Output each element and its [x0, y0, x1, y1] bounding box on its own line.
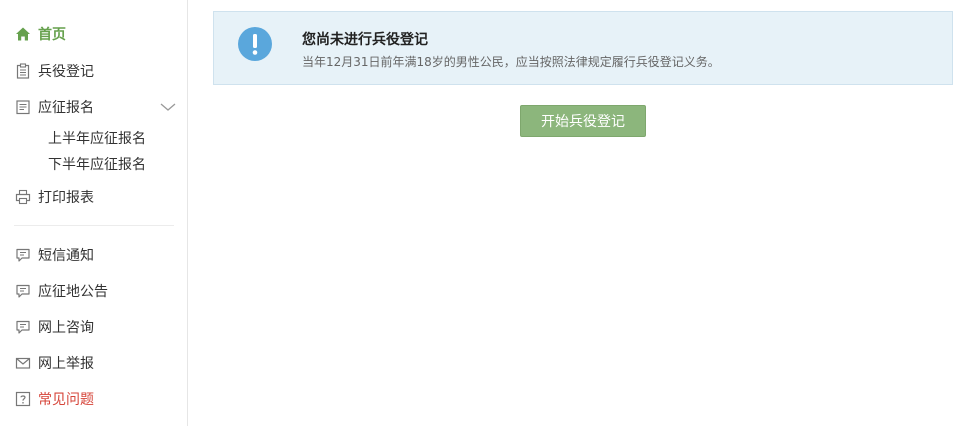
printer-icon	[14, 188, 32, 206]
chat-icon	[14, 246, 32, 264]
sidebar-subitem-label: 下半年应征报名	[48, 157, 146, 173]
sidebar-item-military-registration[interactable]: 兵役登记	[14, 59, 184, 83]
sidebar-divider	[14, 225, 174, 226]
sidebar-item-label: 应征地公告	[38, 284, 108, 300]
sidebar-item-label: 首页	[38, 27, 66, 43]
sidebar: 首页 兵役登记 应征报名 上半年应征报名 下半年应征报名 打印报表 短信通知 应…	[0, 0, 188, 426]
sidebar-item-label: 短信通知	[38, 248, 94, 264]
sidebar-item-home[interactable]: 首页	[14, 22, 184, 46]
notice-title: 您尚未进行兵役登记	[302, 32, 428, 48]
home-icon	[14, 25, 32, 43]
sidebar-item-label: 网上咨询	[38, 320, 94, 336]
exclamation-icon	[237, 26, 273, 62]
sidebar-item-label: 打印报表	[38, 190, 94, 206]
chat-icon	[14, 282, 32, 300]
sidebar-item-sms-notice[interactable]: 短信通知	[14, 243, 184, 267]
sidebar-item-online-consult[interactable]: 网上咨询	[14, 315, 184, 339]
sidebar-item-label: 应征报名	[38, 100, 94, 116]
sidebar-subitem-label: 上半年应征报名	[48, 131, 146, 147]
sidebar-item-online-report[interactable]: 网上举报	[14, 351, 184, 375]
registration-notice: 您尚未进行兵役登记 当年12月31日前年满18岁的男性公民，应当按照法律规定履行…	[213, 11, 953, 85]
question-icon	[14, 390, 32, 408]
sidebar-subitem-second-half-signup[interactable]: 下半年应征报名	[48, 153, 146, 175]
document-icon	[14, 98, 32, 116]
mail-icon	[14, 354, 32, 372]
clipboard-icon	[14, 62, 32, 80]
chat-icon	[14, 318, 32, 336]
sidebar-item-enlistment-signup[interactable]: 应征报名	[14, 95, 184, 119]
sidebar-item-faq[interactable]: 常见问题	[14, 387, 184, 411]
sidebar-item-print-report[interactable]: 打印报表	[14, 185, 184, 209]
sidebar-item-label: 网上举报	[38, 356, 94, 372]
sidebar-item-enlistment-announcement[interactable]: 应征地公告	[14, 279, 184, 303]
notice-text: 当年12月31日前年满18岁的男性公民，应当按照法律规定履行兵役登记义务。	[302, 55, 720, 69]
start-registration-button[interactable]: 开始兵役登记	[520, 105, 646, 137]
sidebar-subitem-first-half-signup[interactable]: 上半年应征报名	[48, 127, 146, 149]
sidebar-item-label: 兵役登记	[38, 64, 94, 80]
sidebar-item-label: 常见问题	[38, 392, 94, 408]
chevron-down-icon[interactable]	[160, 99, 176, 119]
